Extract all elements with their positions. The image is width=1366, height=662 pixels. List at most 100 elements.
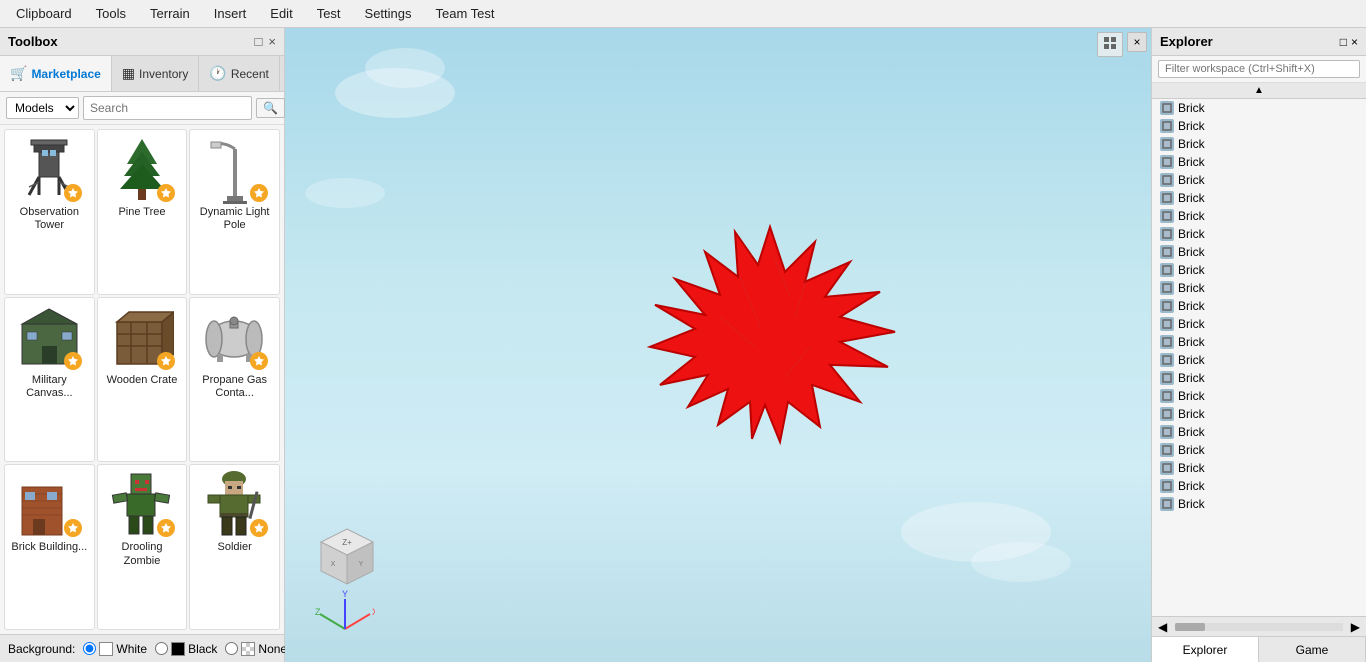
menu-tools[interactable]: Tools bbox=[84, 2, 138, 25]
search-input[interactable] bbox=[83, 96, 252, 120]
bg-option-white[interactable]: White bbox=[83, 642, 147, 656]
menu-test[interactable]: Test bbox=[305, 2, 353, 25]
explorer-item-label: Brick bbox=[1178, 281, 1205, 295]
explorer-item-icon bbox=[1160, 245, 1174, 259]
explorer-list-item[interactable]: Brick bbox=[1152, 315, 1366, 333]
grid-item-observation-tower[interactable]: Observation Tower bbox=[4, 129, 95, 295]
scroll-right-btn[interactable]: ▶ bbox=[1345, 620, 1366, 634]
explorer-list-item[interactable]: Brick bbox=[1152, 351, 1366, 369]
grid-item-drooling-zombie[interactable]: Drooling Zombie bbox=[97, 464, 188, 630]
explorer-minimize-btn[interactable]: □ bbox=[1340, 35, 1347, 49]
explorer-list-item[interactable]: Brick bbox=[1152, 261, 1366, 279]
grid-item-wooden-crate[interactable]: Wooden Crate bbox=[97, 297, 188, 463]
explorer-filter-input[interactable] bbox=[1158, 60, 1360, 78]
bg-radio-none[interactable] bbox=[225, 642, 238, 655]
explorer-list-item[interactable]: Brick bbox=[1152, 99, 1366, 117]
grid-item-dynamic-light-pole[interactable]: Dynamic Light Pole bbox=[189, 129, 280, 295]
tab-marketplace[interactable]: 🛒 Marketplace bbox=[0, 56, 112, 91]
explorer-item-icon bbox=[1160, 209, 1174, 223]
brick-building-image bbox=[14, 469, 84, 539]
background-label: Background: bbox=[8, 642, 75, 656]
bg-radio-black[interactable] bbox=[155, 642, 168, 655]
explorer-item-icon bbox=[1160, 155, 1174, 169]
explorer-list-item[interactable]: Brick bbox=[1152, 387, 1366, 405]
model-type-select[interactable]: Models Plugins Decals Audio Meshes bbox=[6, 97, 79, 119]
explorer-header-actions: □ × bbox=[1340, 35, 1358, 49]
grid-item-brick-building[interactable]: Brick Building... bbox=[4, 464, 95, 630]
explorer-list-item[interactable]: Brick bbox=[1152, 189, 1366, 207]
grid-item-military-canvas[interactable]: Military Canvas... bbox=[4, 297, 95, 463]
explorer-list-item[interactable]: Brick bbox=[1152, 207, 1366, 225]
grid-item-propane-gas-container[interactable]: Propane Gas Conta... bbox=[189, 297, 280, 463]
menu-bar: Clipboard Tools Terrain Insert Edit Test… bbox=[0, 0, 1366, 28]
explorer-item-icon bbox=[1160, 353, 1174, 367]
explorer-list-item[interactable]: Brick bbox=[1152, 423, 1366, 441]
explorer-item-label: Brick bbox=[1178, 371, 1205, 385]
toolbox-minimize-btn[interactable]: □ bbox=[255, 34, 263, 49]
explorer-item-icon bbox=[1160, 389, 1174, 403]
menu-settings[interactable]: Settings bbox=[353, 2, 424, 25]
explorer-item-label: Brick bbox=[1178, 263, 1205, 277]
tab-inventory[interactable]: ▦ Inventory bbox=[112, 56, 200, 91]
explorer-item-icon bbox=[1160, 425, 1174, 439]
tab-recent[interactable]: 🕐 Recent bbox=[199, 56, 279, 91]
explorer-list-item[interactable]: Brick bbox=[1152, 333, 1366, 351]
cloud-2 bbox=[365, 48, 445, 88]
viewport-toolbar[interactable] bbox=[1097, 32, 1123, 57]
explorer-list-item[interactable]: Brick bbox=[1152, 369, 1366, 387]
viewport-close-btn[interactable]: × bbox=[1127, 32, 1147, 52]
grid-item-soldier[interactable]: Soldier bbox=[189, 464, 280, 630]
bg-label-white: White bbox=[116, 642, 147, 656]
explorer-list-item[interactable]: Brick bbox=[1152, 117, 1366, 135]
grid-item-pine-tree[interactable]: Pine Tree bbox=[97, 129, 188, 295]
marketplace-icon: 🛒 bbox=[10, 65, 27, 82]
search-button[interactable]: 🔍 bbox=[256, 98, 285, 118]
bg-option-none[interactable]: None bbox=[225, 642, 287, 656]
explorer-list-item[interactable]: Brick bbox=[1152, 153, 1366, 171]
scroll-left-btn[interactable]: ◀ bbox=[1152, 620, 1173, 634]
explorer-list-item[interactable]: Brick bbox=[1152, 405, 1366, 423]
toolbox-close-btn[interactable]: × bbox=[268, 34, 276, 49]
explorer-item-label: Brick bbox=[1178, 137, 1205, 151]
soldier-image bbox=[200, 469, 270, 539]
explorer-item-label: Brick bbox=[1178, 335, 1205, 349]
explorer-list-item[interactable]: Brick bbox=[1152, 243, 1366, 261]
explorer-item-icon bbox=[1160, 497, 1174, 511]
explorer-tab-explorer[interactable]: Explorer bbox=[1152, 637, 1259, 662]
menu-clipboard[interactable]: Clipboard bbox=[4, 2, 84, 25]
explorer-item-label: Brick bbox=[1178, 461, 1205, 475]
explorer-item-label: Brick bbox=[1178, 407, 1205, 421]
explorer-list-item[interactable]: Brick bbox=[1152, 459, 1366, 477]
drooling-zombie-image bbox=[107, 469, 177, 539]
menu-team-test[interactable]: Team Test bbox=[424, 2, 507, 25]
explorer-list-item[interactable]: Brick bbox=[1152, 279, 1366, 297]
toolbox-title: Toolbox bbox=[8, 34, 58, 49]
explorer-list-item[interactable]: Brick bbox=[1152, 225, 1366, 243]
observation-tower-badge bbox=[64, 184, 82, 202]
bg-option-black[interactable]: Black bbox=[155, 642, 217, 656]
bg-radio-white[interactable] bbox=[83, 642, 96, 655]
explorer-item-label: Brick bbox=[1178, 245, 1205, 259]
dynamic-light-pole-label: Dynamic Light Pole bbox=[194, 206, 275, 232]
menu-edit[interactable]: Edit bbox=[258, 2, 304, 25]
explorer-list-item[interactable]: Brick bbox=[1152, 171, 1366, 189]
explorer-item-icon bbox=[1160, 101, 1174, 115]
inventory-icon: ▦ bbox=[122, 65, 135, 82]
explorer-tab-game[interactable]: Game bbox=[1259, 637, 1366, 662]
explorer-list-item[interactable]: Brick bbox=[1152, 477, 1366, 495]
menu-terrain[interactable]: Terrain bbox=[138, 2, 202, 25]
explorer-list-item[interactable]: Brick bbox=[1152, 297, 1366, 315]
viewport[interactable]: × bbox=[285, 28, 1151, 662]
explorer-item-label: Brick bbox=[1178, 497, 1205, 511]
explorer-list-item[interactable]: Brick bbox=[1152, 135, 1366, 153]
explorer-item-label: Brick bbox=[1178, 191, 1205, 205]
explorer-close-btn[interactable]: × bbox=[1351, 35, 1358, 49]
explorer-list-item[interactable]: Brick bbox=[1152, 441, 1366, 459]
menu-insert[interactable]: Insert bbox=[202, 2, 259, 25]
explorer-item-label: Brick bbox=[1178, 299, 1205, 313]
background-row: Background: White Black None bbox=[0, 634, 284, 662]
explorer-item-icon bbox=[1160, 335, 1174, 349]
explorer-list-item[interactable]: Brick bbox=[1152, 495, 1366, 513]
explorer-scroll-up-btn[interactable]: ▲ bbox=[1152, 83, 1366, 99]
explorer-item-icon bbox=[1160, 191, 1174, 205]
